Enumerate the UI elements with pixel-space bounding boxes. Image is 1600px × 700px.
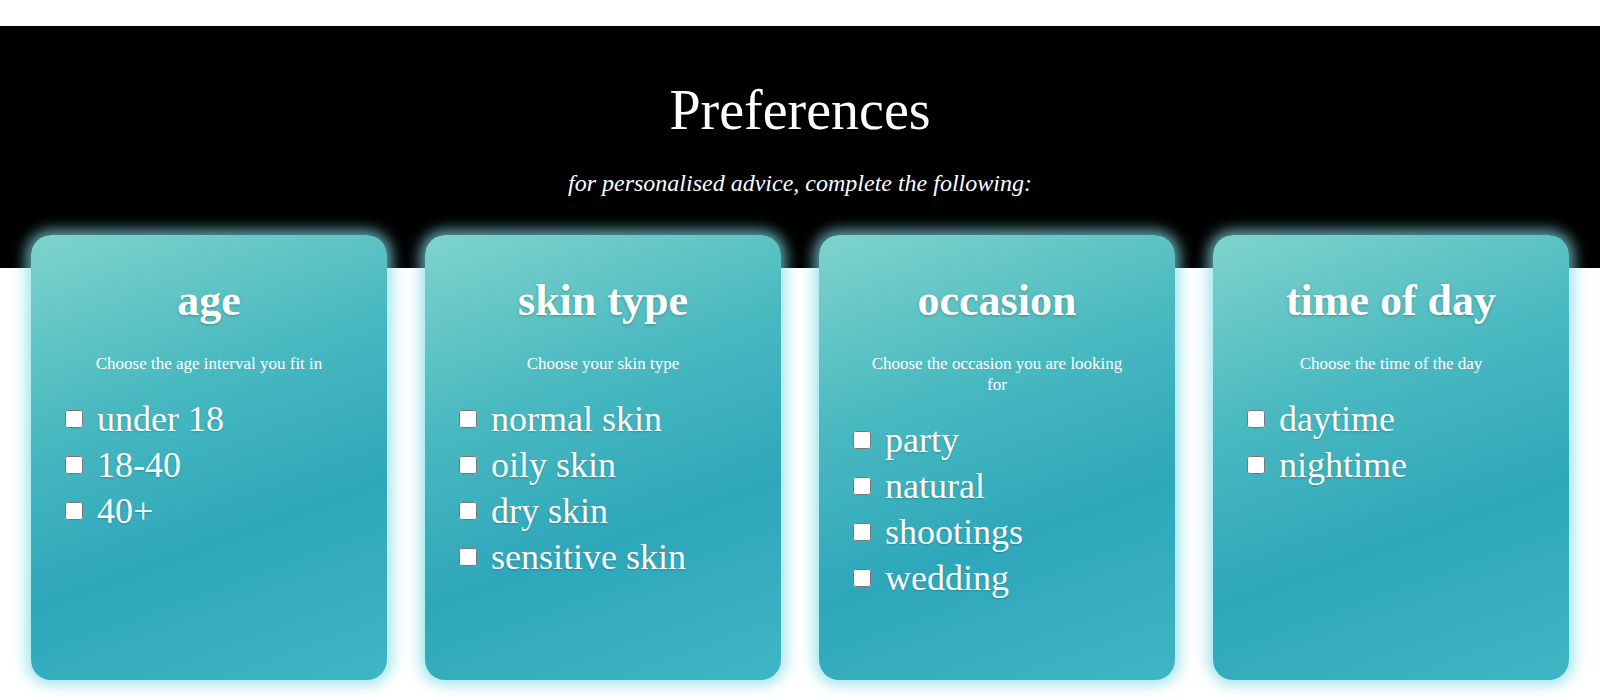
option-label[interactable]: party bbox=[885, 418, 959, 462]
preference-card: age Choose the age interval you fit in und… bbox=[31, 235, 387, 680]
card-description: Choose your skin type bbox=[519, 353, 688, 374]
option-checkbox[interactable] bbox=[853, 477, 871, 495]
card-title: age bbox=[31, 275, 387, 327]
option-row[interactable]: sensitive skin bbox=[459, 534, 773, 580]
option-row[interactable]: under 18 bbox=[65, 396, 379, 442]
option-label[interactable]: shootings bbox=[885, 510, 1023, 554]
card-row: age Choose the age interval you fit in und… bbox=[0, 235, 1600, 694]
option-label[interactable]: 40+ bbox=[97, 489, 153, 533]
preferences-page: Preferences for personalised advice, comp… bbox=[0, 0, 1600, 700]
option-label[interactable]: normal skin bbox=[491, 397, 662, 441]
option-checkbox[interactable] bbox=[853, 569, 871, 587]
page-subtitle: for personalised advice, complete the fo… bbox=[568, 168, 1032, 198]
option-row[interactable]: party bbox=[853, 417, 1167, 463]
option-row[interactable]: nightime bbox=[1247, 442, 1561, 488]
preference-card: skin type Choose your skin type normal ski… bbox=[425, 235, 781, 680]
preference-card: occasion Choose the occasion you are look… bbox=[819, 235, 1175, 680]
option-row[interactable]: 18-40 bbox=[65, 442, 379, 488]
option-row[interactable]: oily skin bbox=[459, 442, 773, 488]
option-list: partynaturalshootingswedding bbox=[819, 417, 1175, 601]
option-checkbox[interactable] bbox=[459, 548, 477, 566]
option-checkbox[interactable] bbox=[65, 410, 83, 428]
option-label[interactable]: 18-40 bbox=[97, 443, 181, 487]
option-row[interactable]: natural bbox=[853, 463, 1167, 509]
option-row[interactable]: normal skin bbox=[459, 396, 773, 442]
option-checkbox[interactable] bbox=[459, 410, 477, 428]
option-label[interactable]: natural bbox=[885, 464, 985, 508]
option-list: normal skinoily skindry skinsensitive sk… bbox=[425, 396, 781, 580]
option-label[interactable]: dry skin bbox=[491, 489, 608, 533]
card-title: occasion bbox=[819, 275, 1175, 327]
option-row[interactable]: dry skin bbox=[459, 488, 773, 534]
card-description: Choose the occasion you are looking for bbox=[852, 353, 1142, 395]
option-checkbox[interactable] bbox=[65, 456, 83, 474]
card-description: Choose the age interval you fit in bbox=[88, 353, 331, 374]
option-label[interactable]: wedding bbox=[885, 556, 1009, 600]
preference-card: time of day Choose the time of the day day… bbox=[1213, 235, 1569, 680]
option-checkbox[interactable] bbox=[459, 456, 477, 474]
card-title: skin type bbox=[425, 275, 781, 327]
option-label[interactable]: oily skin bbox=[491, 443, 616, 487]
option-label[interactable]: daytime bbox=[1279, 397, 1395, 441]
option-checkbox[interactable] bbox=[853, 431, 871, 449]
option-row[interactable]: daytime bbox=[1247, 396, 1561, 442]
option-label[interactable]: sensitive skin bbox=[491, 535, 686, 579]
option-label[interactable]: under 18 bbox=[97, 397, 224, 441]
option-list: under 1818-4040+ bbox=[31, 396, 387, 534]
option-list: daytimenightime bbox=[1213, 396, 1569, 488]
preferences-header: Preferences for personalised advice, comp… bbox=[0, 26, 1600, 268]
page-title: Preferences bbox=[669, 78, 930, 142]
option-row[interactable]: shootings bbox=[853, 509, 1167, 555]
option-checkbox[interactable] bbox=[459, 502, 477, 520]
card-title: time of day bbox=[1213, 275, 1569, 327]
option-checkbox[interactable] bbox=[1247, 456, 1265, 474]
card-description: Choose the time of the day bbox=[1292, 353, 1491, 374]
option-row[interactable]: 40+ bbox=[65, 488, 379, 534]
option-checkbox[interactable] bbox=[853, 523, 871, 541]
option-row[interactable]: wedding bbox=[853, 555, 1167, 601]
option-checkbox[interactable] bbox=[65, 502, 83, 520]
option-label[interactable]: nightime bbox=[1279, 443, 1407, 487]
option-checkbox[interactable] bbox=[1247, 410, 1265, 428]
